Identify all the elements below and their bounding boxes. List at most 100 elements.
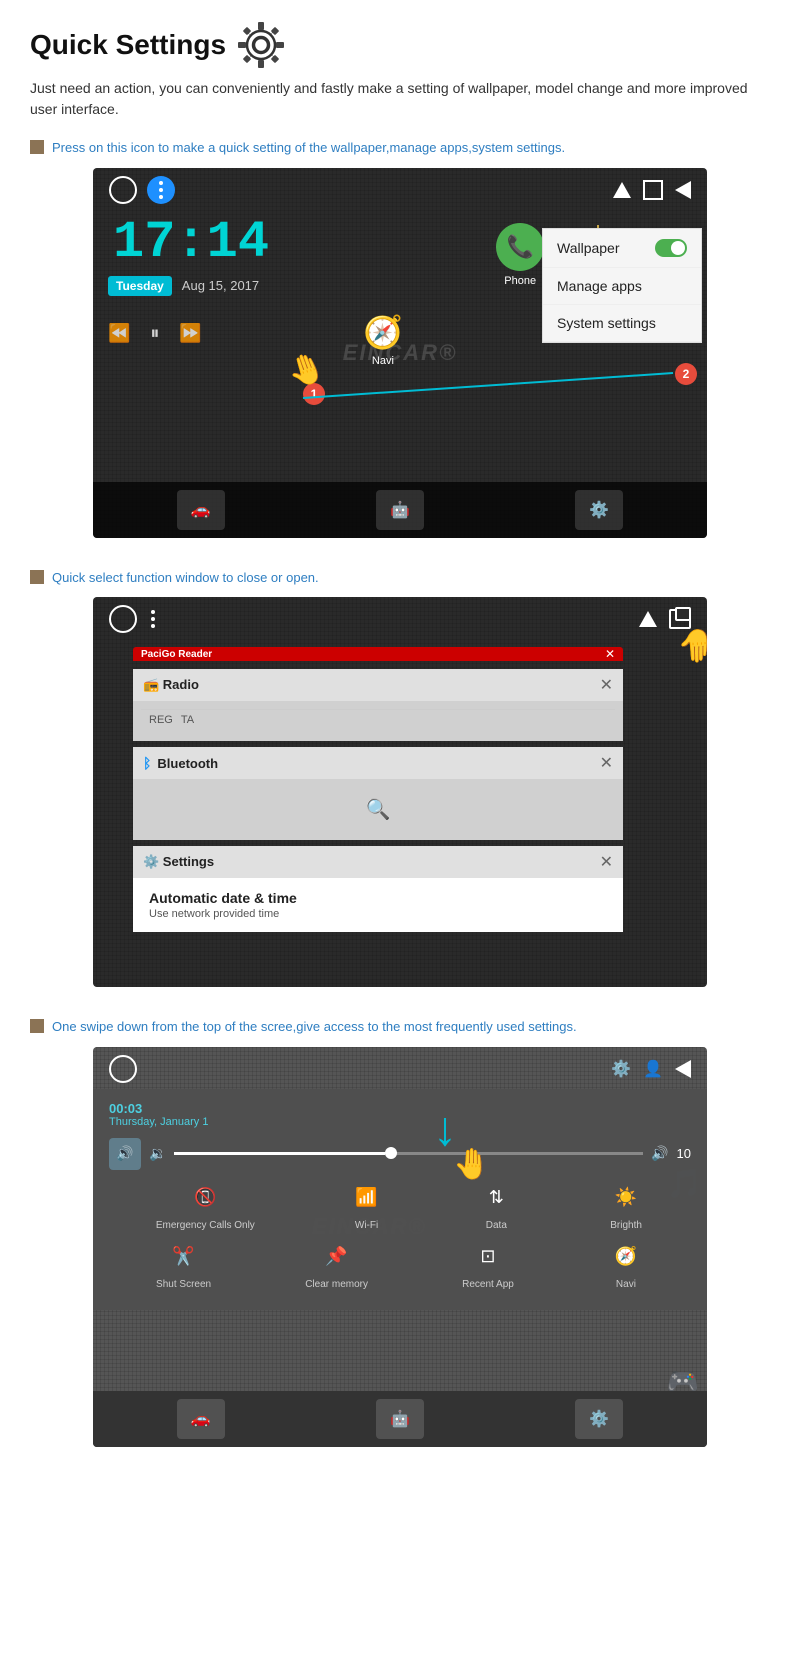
page-subtitle: Just need an action, you can convenientl… <box>30 78 770 120</box>
volume-icon: 🔊 <box>109 1138 141 1170</box>
android-button[interactable]: 🤖 <box>376 490 424 530</box>
status-right-3: ⚙️ 👤 <box>611 1059 691 1079</box>
wallpaper-toggle[interactable] <box>655 239 687 257</box>
bullet3 <box>30 1019 44 1033</box>
status-left-2 <box>109 605 159 633</box>
brightness-toggle[interactable]: ☀️ Brighth <box>608 1180 644 1231</box>
phone-icon: 📞 <box>496 223 544 271</box>
emergency-calls-toggle[interactable]: 📵 Emergency Calls Only <box>156 1180 255 1231</box>
home-button[interactable] <box>109 176 137 204</box>
clear-memory-btn[interactable]: 📌 Clear memory <box>305 1239 368 1290</box>
three-dots-menu[interactable] <box>147 176 175 204</box>
manage-apps-item[interactable]: Manage apps <box>543 268 701 305</box>
pacigo-titlebar: PaciGo Reader ✕ <box>133 647 623 661</box>
navi-label: Navi <box>372 355 394 367</box>
phone-label: Phone <box>504 275 536 287</box>
section2-label-container: Quick select function window to close or… <box>30 568 770 588</box>
brightness-label: Brighth <box>610 1220 642 1231</box>
navi-app[interactable]: 🧭 Navi <box>363 313 403 367</box>
recent-apps-button[interactable] <box>643 180 663 200</box>
volume-fill <box>174 1152 385 1155</box>
bullet1 <box>30 140 44 154</box>
brightness-icon: ☀️ <box>608 1180 644 1216</box>
system-settings-item[interactable]: System settings <box>543 305 701 342</box>
wifi-icon: 📶 <box>349 1180 385 1216</box>
shut-screen-btn[interactable]: ✂️ Shut Screen <box>156 1239 211 1290</box>
search-icon: 🔍 <box>366 797 391 822</box>
rewind-button[interactable]: ⏪ <box>108 323 130 344</box>
settings-button-3[interactable]: ⚙️ <box>575 1399 623 1439</box>
volume-thumb <box>385 1147 397 1159</box>
volume-number: 10 <box>677 1146 691 1161</box>
status-bar-2 <box>93 597 707 641</box>
media-controls: ⏪ ⏸ ⏩ <box>108 323 202 344</box>
section2-text: Quick select function window to close or… <box>52 568 319 588</box>
settings-window: ⚙️ Settings ✕ Automatic date & time Use … <box>133 846 623 932</box>
radio-content: REG TA <box>133 701 623 741</box>
forward-button[interactable]: ⏩ <box>179 323 201 344</box>
day-badge: Tuesday <box>108 276 172 296</box>
hand-pointer-2: 🤚 <box>677 627 707 665</box>
status-bar-1 <box>93 168 707 212</box>
back-button-3[interactable] <box>675 1060 691 1078</box>
screenshot2: PaciGo Reader ✕ 📻 Radio ✕ REG TA <box>93 597 707 987</box>
radio-close[interactable]: ✕ <box>600 675 613 695</box>
home-button-2[interactable] <box>109 605 137 633</box>
pacigo-title: PaciGo Reader <box>141 649 212 660</box>
status-bar-3: ⚙️ 👤 <box>93 1047 707 1091</box>
wifi-toggle[interactable]: 📶 Wi-Fi <box>349 1180 385 1231</box>
navi-btn[interactable]: 🧭 Navi <box>608 1239 644 1290</box>
triangle-icon <box>613 182 631 198</box>
bluetooth-close[interactable]: ✕ <box>600 753 613 773</box>
recent-app-btn[interactable]: ⊡ Recent App <box>462 1239 514 1290</box>
gear-icon-3[interactable]: ⚙️ <box>611 1059 631 1079</box>
gear-icon <box>236 20 286 70</box>
data-toggle[interactable]: ⇅ Data <box>478 1180 514 1231</box>
home-button-3[interactable] <box>109 1055 137 1083</box>
shut-screen-icon: ✂️ <box>166 1239 202 1275</box>
section1-label: Press on this icon to make a quick setti… <box>30 138 770 158</box>
auto-date-title: Automatic date & time <box>149 890 607 906</box>
page-title: Quick Settings <box>30 29 226 61</box>
wallpaper-menu-item[interactable]: Wallpaper <box>543 229 701 268</box>
reg-label: REG <box>149 714 173 726</box>
volume-row: 🔊 🔉 🔊 10 <box>109 1138 691 1170</box>
emergency-icon: 📵 <box>187 1180 223 1216</box>
badge-2: 2 <box>675 363 697 385</box>
wallpaper-label: Wallpaper <box>557 240 620 256</box>
settings-close[interactable]: ✕ <box>600 852 613 872</box>
phone-app[interactable]: 📞 Phone <box>496 223 544 287</box>
volume-down-icon[interactable]: 🔉 <box>149 1145 166 1162</box>
radio-window-title: 📻 Radio <box>143 677 199 693</box>
volume-track[interactable] <box>174 1152 643 1155</box>
notif-time: 00:03 <box>109 1101 208 1116</box>
date-text: Aug 15, 2017 <box>182 278 259 293</box>
settings-content: Automatic date & time Use network provid… <box>133 878 623 932</box>
android-button-3[interactable]: 🤖 <box>376 1399 424 1439</box>
settings-window-title: ⚙️ Settings <box>143 854 214 870</box>
status-right-2 <box>639 609 691 629</box>
status-right-1 <box>613 180 691 200</box>
radio-window: 📻 Radio ✕ REG TA <box>133 669 623 741</box>
pause-button[interactable]: ⏸ <box>150 323 159 344</box>
user-icon-3[interactable]: 👤 <box>643 1059 663 1079</box>
clear-memory-label: Clear memory <box>305 1279 368 1290</box>
bluetooth-icon: ᛒ <box>143 755 151 771</box>
three-dots-2[interactable] <box>147 606 159 632</box>
section3-label-container: One swipe down from the top of the scree… <box>30 1017 770 1037</box>
volume-up-icon[interactable]: 🔊 <box>651 1145 668 1162</box>
bluetooth-window: ᛒ Bluetooth ✕ 🔍 <box>133 747 623 840</box>
clear-memory-icon: 📌 <box>319 1239 355 1275</box>
bluetooth-titlebar: ᛒ Bluetooth ✕ <box>133 747 623 779</box>
settings-titlebar: ⚙️ Settings ✕ <box>133 846 623 878</box>
back-button[interactable] <box>675 181 691 199</box>
quick-actions-row2: ✂️ Shut Screen 📌 Clear memory ⊡ Recent A… <box>109 1239 691 1290</box>
car-button[interactable]: 🚗 <box>177 490 225 530</box>
recent-apps-button-2[interactable] <box>669 609 691 629</box>
pacigo-close[interactable]: ✕ <box>605 647 615 661</box>
triangle-icon-2 <box>639 611 657 627</box>
screenshot3: ⚙️ 👤 00:03 Thursday, January 1 🔊 🔉 <box>93 1047 707 1447</box>
settings-button[interactable]: ⚙️ <box>575 490 623 530</box>
bluetooth-window-title: ᛒ Bluetooth <box>143 755 218 771</box>
car-button-3[interactable]: 🚗 <box>177 1399 225 1439</box>
